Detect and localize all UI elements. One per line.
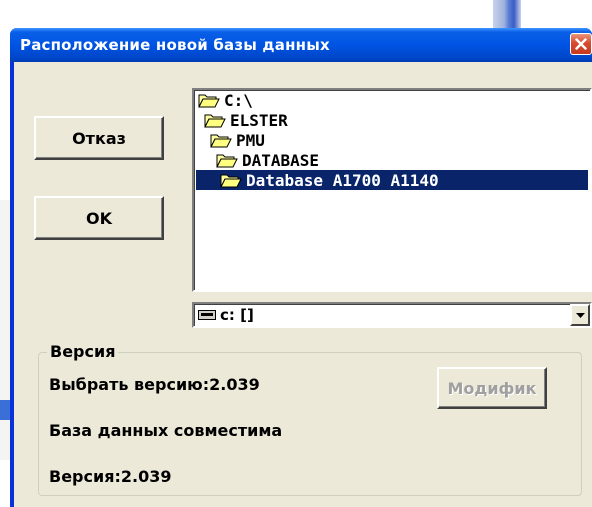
folder-tree[interactable]: C:\ ELSTER PMU DATABASE Database A1700 A… [192, 88, 592, 292]
tree-item-database-a1700-a1140[interactable]: Database A1700 A1140 [195, 169, 589, 191]
open-folder-icon [204, 114, 226, 128]
version-group-legend: Версия [47, 342, 119, 361]
dialog-client-area: Отказ OK C:\ ELSTER PMU DATABASE Databas… [14, 62, 592, 507]
tree-item-label: DATABASE [242, 150, 320, 170]
open-folder-icon [220, 174, 242, 188]
drive-dropdown-button[interactable] [570, 304, 590, 326]
close-button[interactable] [570, 33, 592, 55]
cancel-button-label: Отказ [72, 128, 126, 148]
drive-value: c: [] [220, 306, 254, 324]
drive-icon [198, 310, 216, 320]
tree-item-label: Database A1700 A1140 [246, 170, 439, 190]
open-folder-icon [198, 94, 220, 108]
chevron-down-icon [576, 313, 585, 318]
open-folder-icon [216, 154, 238, 168]
compatibility-label: База данных совместима [49, 421, 283, 440]
tree-item-label: PMU [236, 130, 265, 150]
ok-button[interactable]: OK [34, 196, 164, 240]
modify-button-label: Модифик [447, 378, 537, 398]
location-dialog: Расположение новой базы данных Отказ OK … [10, 28, 592, 507]
title-bar[interactable]: Расположение новой базы данных [10, 28, 592, 62]
dialog-title: Расположение новой базы данных [20, 36, 330, 54]
cancel-button[interactable]: Отказ [34, 116, 164, 160]
tree-item-label: ELSTER [230, 110, 288, 130]
background-window-fragment [493, 0, 521, 28]
version-label: Версия:2.039 [49, 467, 172, 486]
ok-button-label: OK [86, 208, 112, 228]
tree-item-elster[interactable]: ELSTER [204, 110, 288, 130]
modify-button[interactable]: Модифик [437, 367, 547, 409]
close-icon [575, 38, 587, 50]
open-folder-icon [210, 134, 232, 148]
select-version-label: Выбрать версию:2.039 [49, 375, 260, 394]
tree-item-label: C:\ [224, 90, 253, 110]
tree-item-pmu[interactable]: PMU [210, 130, 265, 150]
drive-select[interactable]: c: [] [192, 302, 592, 328]
background-window-edge-highlight [0, 400, 10, 420]
tree-item-root[interactable]: C:\ [198, 90, 253, 110]
version-group: Версия Выбрать версию:2.039 База данных … [38, 342, 582, 496]
tree-item-database[interactable]: DATABASE [216, 150, 319, 170]
